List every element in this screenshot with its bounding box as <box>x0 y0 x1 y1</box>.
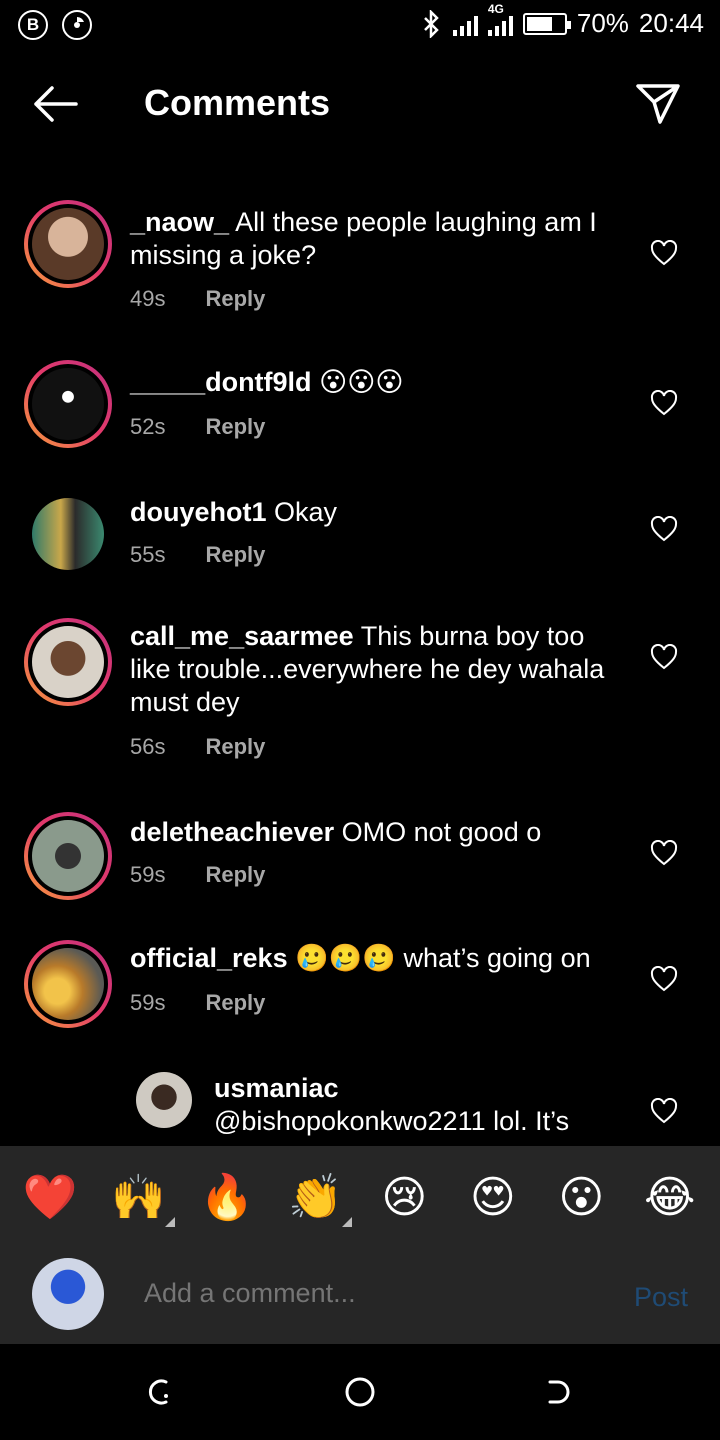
avatar <box>32 820 104 892</box>
comment-input[interactable] <box>144 1278 498 1309</box>
comment-time: 56s <box>130 734 166 759</box>
comment-body: _naow_ All these people laughing am I mi… <box>130 206 620 272</box>
home-icon[interactable] <box>344 1376 376 1408</box>
page-title: Comments <box>144 82 331 123</box>
reply-item: usmaniac @bishopokonkwo2211 lol. It’s <box>0 1070 720 1145</box>
heart-icon[interactable] <box>650 240 678 266</box>
clock: 20:44 <box>638 8 704 38</box>
back-nav-icon[interactable] <box>544 1376 576 1408</box>
b-app-icon: B <box>18 10 48 40</box>
avatar-story-ring[interactable] <box>24 360 112 448</box>
comment-username[interactable]: _naow_ <box>130 207 229 237</box>
comment-item: _naow_ All these people laughing am I mi… <box>0 200 720 320</box>
comment-item: _____dontf9ld 😮😮😮 52s Reply <box>0 360 720 460</box>
comment-username[interactable]: call_me_saarmee <box>130 621 354 651</box>
my-avatar <box>32 1258 104 1330</box>
comment-body: usmaniac @bishopokonkwo2211 lol. It’s <box>214 1072 634 1138</box>
battery-icon <box>522 12 571 35</box>
comment-item: official_reks 🥲🥲🥲 what’s going on 59s Re… <box>0 940 720 1040</box>
comment-text: Okay <box>274 497 338 527</box>
comment-item: call_me_saarmee This burna boy too like … <box>0 618 720 768</box>
comment-text: @bishopokonkwo2211 lol. It’s <box>214 1106 570 1136</box>
heart-icon[interactable] <box>650 644 678 670</box>
quick-reaction-bar: ❤️ 🙌 🔥 👏 😢 😍 😮 😂 <box>0 1146 720 1248</box>
heart-icon[interactable] <box>650 966 678 992</box>
heart-icon[interactable] <box>650 390 678 416</box>
status-left-icons: B <box>18 10 92 40</box>
reply-button[interactable]: Reply <box>205 286 265 312</box>
comment-username[interactable]: _____dontf9ld <box>130 367 312 397</box>
comment-text: OMO not good o <box>341 817 542 847</box>
status-bar: B 4G 70% 20:44 <box>0 0 720 50</box>
recents-icon[interactable] <box>144 1376 176 1408</box>
system-nav-bar <box>0 1344 720 1440</box>
comment-time: 49s <box>130 286 166 311</box>
avatar[interactable] <box>136 1072 192 1128</box>
avatar <box>32 948 104 1020</box>
reply-button[interactable]: Reply <box>205 990 265 1016</box>
comment-time: 55s <box>130 542 166 567</box>
comment-time: 52s <box>130 414 166 439</box>
comment-meta: 49s Reply <box>130 286 265 312</box>
comment-body: _____dontf9ld 😮😮😮 <box>130 366 620 399</box>
comment-username[interactable]: deletheachiever <box>130 817 334 847</box>
bluetooth-icon <box>423 9 439 38</box>
comment-body: douyehot1 Okay <box>130 496 620 529</box>
comment-body: official_reks 🥲🥲🥲 what’s going on <box>130 942 620 975</box>
comment-meta: 59s Reply <box>130 862 265 888</box>
reaction-surprised[interactable]: 😮 <box>551 1172 611 1223</box>
comment-meta: 55s Reply <box>130 542 265 568</box>
avatar-story-ring[interactable] <box>24 200 112 288</box>
comment-body: deletheachiever OMO not good o <box>130 816 620 849</box>
reaction-sad[interactable]: 😢 <box>374 1172 434 1223</box>
heart-icon[interactable] <box>650 1098 678 1124</box>
comment-item: deletheachiever OMO not good o 59s Reply <box>0 812 720 912</box>
signal-icon <box>452 12 478 36</box>
comment-username[interactable]: official_reks <box>130 943 288 973</box>
reaction-heart-eyes[interactable]: 😍 <box>463 1172 523 1223</box>
heart-icon[interactable] <box>650 840 678 866</box>
reply-button[interactable]: Reply <box>205 862 265 888</box>
post-button[interactable]: Post <box>634 1282 688 1313</box>
comment-meta: 56s Reply <box>130 734 265 760</box>
comment-body: call_me_saarmee This burna boy too like … <box>130 620 620 719</box>
comment-item: douyehot1 Okay 55s Reply <box>0 494 720 584</box>
comment-username[interactable]: usmaniac <box>214 1072 634 1105</box>
reaction-heart[interactable]: ❤️ <box>20 1171 80 1223</box>
comment-list[interactable]: _naow_ All these people laughing am I mi… <box>0 190 720 1145</box>
back-arrow-icon[interactable] <box>30 84 80 124</box>
comment-composer: Post <box>0 1248 720 1344</box>
avatar[interactable] <box>32 498 104 570</box>
avatar <box>32 368 104 440</box>
comment-text: 😮😮😮 <box>319 367 404 397</box>
reply-button[interactable]: Reply <box>205 542 265 568</box>
comment-meta: 59s Reply <box>130 990 265 1016</box>
reaction-fire[interactable]: 🔥 <box>197 1171 257 1223</box>
battery-percent: 70% <box>576 8 629 38</box>
network-4g-icon: 4G <box>487 2 513 36</box>
comment-meta: 52s Reply <box>130 414 265 440</box>
network-type: 4G <box>487 1 504 16</box>
heart-icon[interactable] <box>650 516 678 542</box>
avatar <box>32 626 104 698</box>
avatar <box>32 208 104 280</box>
reaction-raised-hands[interactable]: 🙌 <box>109 1171 175 1227</box>
reaction-laughing[interactable]: 😂 <box>640 1172 700 1223</box>
reaction-clap[interactable]: 👏 <box>286 1171 352 1227</box>
header: Comments <box>0 70 720 140</box>
comment-time: 59s <box>130 990 166 1015</box>
avatar-story-ring[interactable] <box>24 618 112 706</box>
comment-username[interactable]: douyehot1 <box>130 497 267 527</box>
status-right-icons: 4G 70% 20:44 <box>421 2 704 39</box>
comment-text: 🥲🥲🥲 what’s going on <box>295 943 591 973</box>
reply-button[interactable]: Reply <box>205 734 265 760</box>
send-icon[interactable] <box>634 80 682 128</box>
avatar-story-ring[interactable] <box>24 940 112 1028</box>
browser-icon <box>62 10 92 40</box>
comment-time: 59s <box>130 862 166 887</box>
avatar-story-ring[interactable] <box>24 812 112 900</box>
reply-button[interactable]: Reply <box>205 414 265 440</box>
